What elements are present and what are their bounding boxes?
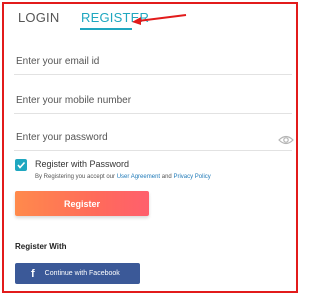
email-field[interactable] [14, 49, 292, 75]
privacy-policy-link[interactable]: Privacy Policy [173, 174, 210, 180]
mobile-field[interactable] [14, 88, 292, 114]
register-button[interactable]: Register [15, 191, 149, 216]
auth-tabs: LOGIN REGISTER [4, 4, 296, 36]
active-tab-indicator [80, 28, 132, 30]
tab-login[interactable]: LOGIN [18, 10, 59, 25]
register-with-heading: Register With [15, 242, 67, 251]
agreement-prefix: By Registering you accept our [35, 174, 117, 180]
password-field[interactable] [14, 125, 292, 151]
user-agreement-link[interactable]: User Agreement [117, 174, 160, 180]
facebook-button-label: Continue with Facebook [44, 270, 120, 277]
agreement-and: and [160, 174, 174, 180]
facebook-icon: f [31, 267, 35, 280]
continue-with-facebook-button[interactable]: f Continue with Facebook [15, 263, 140, 284]
register-with-password-label: Register with Password [35, 159, 130, 169]
red-arrow-icon [132, 14, 187, 25]
checkmark-icon [17, 161, 26, 169]
annotation-frame: LOGIN REGISTER Register with Password By… [2, 2, 298, 293]
register-with-password-checkbox[interactable] [15, 159, 27, 171]
agreement-text: By Registering you accept our User Agree… [35, 174, 211, 180]
eye-icon[interactable] [278, 135, 294, 145]
